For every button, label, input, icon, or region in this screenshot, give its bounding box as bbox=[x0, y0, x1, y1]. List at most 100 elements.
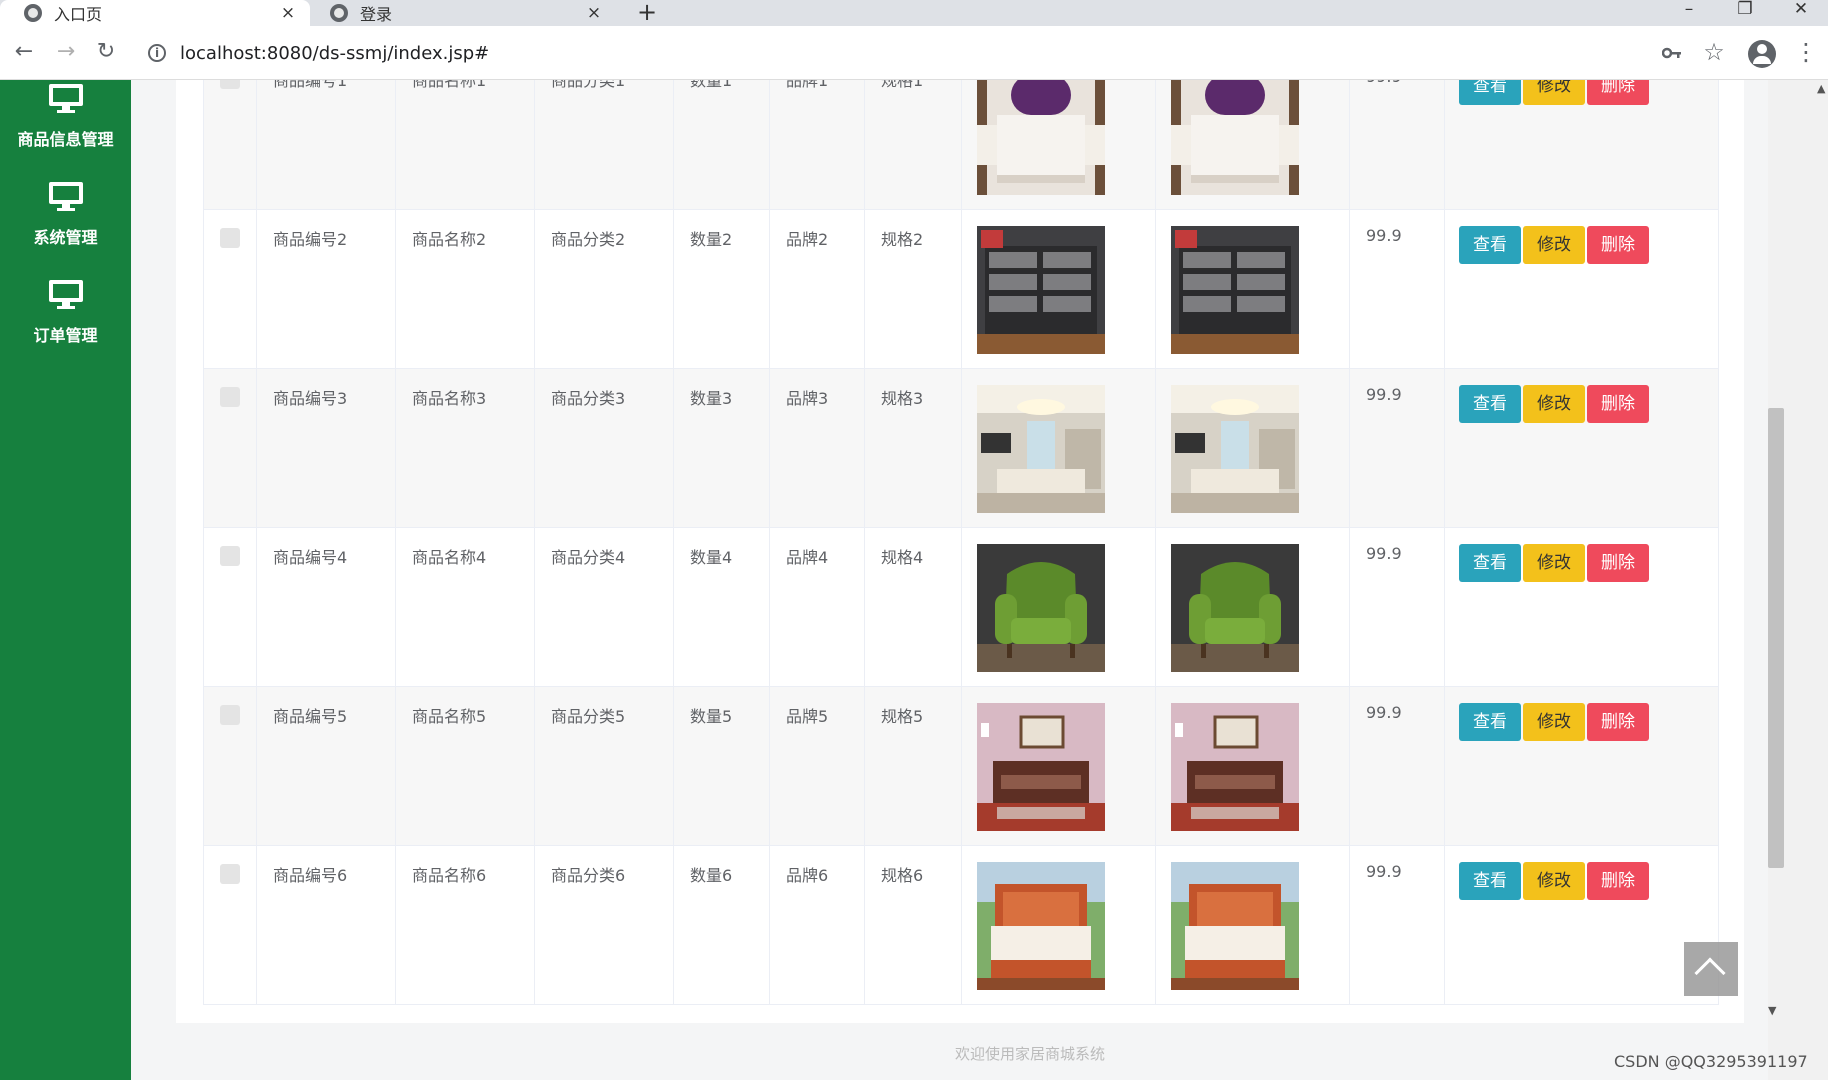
monitor-icon bbox=[48, 84, 83, 113]
row-checkbox[interactable] bbox=[220, 387, 240, 407]
goods-image-cell bbox=[1155, 845, 1350, 1005]
goods-price: 99.9 bbox=[1349, 80, 1445, 210]
watermark: CSDN @QQ3295391197 bbox=[1614, 1052, 1808, 1071]
goods-brand: 品牌6 bbox=[769, 845, 865, 1005]
new-tab-button[interactable]: + bbox=[632, 0, 662, 26]
forward-button[interactable]: → bbox=[50, 36, 82, 68]
scrollbar-thumb[interactable] bbox=[1768, 408, 1784, 868]
sidebar-item-label: 订单管理 bbox=[33, 326, 98, 345]
edit-button[interactable]: 修改 bbox=[1523, 544, 1585, 582]
row-checkbox-cell bbox=[203, 527, 257, 687]
goods-category: 商品分类6 bbox=[534, 845, 674, 1005]
table-row: 商品编号3 商品名称3 商品分类3 数量3 品牌3 规格3 99.9 查看 修改 删除 bbox=[203, 368, 1719, 528]
row-actions: 查看 修改 删除 bbox=[1444, 686, 1719, 846]
sidebar-item-orders[interactable]: 订单管理 bbox=[0, 280, 131, 378]
goods-price: 99.9 bbox=[1349, 686, 1445, 846]
goods-name: 商品名称4 bbox=[395, 527, 535, 687]
delete-button[interactable]: 删除 bbox=[1587, 703, 1649, 741]
goods-category: 商品分类2 bbox=[534, 209, 674, 369]
tab-label: 登录 bbox=[360, 5, 393, 24]
minimize-button[interactable]: – bbox=[1660, 0, 1718, 26]
goods-quantity: 数量1 bbox=[673, 80, 770, 210]
row-checkbox[interactable] bbox=[220, 864, 240, 884]
key-icon[interactable] bbox=[1656, 36, 1688, 68]
product-image bbox=[1171, 80, 1299, 195]
goods-code: 商品编号6 bbox=[256, 845, 396, 1005]
browser-tab-login[interactable]: 登录 × bbox=[306, 0, 616, 26]
edit-button[interactable]: 修改 bbox=[1523, 226, 1585, 264]
sidebar-item-system[interactable]: 系统管理 bbox=[0, 182, 131, 280]
row-checkbox-cell bbox=[203, 845, 257, 1005]
browser-tab-entry[interactable]: 入口页 × bbox=[0, 0, 310, 26]
row-actions: 查看 修改 删除 bbox=[1444, 368, 1719, 528]
view-button[interactable]: 查看 bbox=[1459, 703, 1521, 741]
delete-button[interactable]: 删除 bbox=[1587, 80, 1649, 105]
sidebar-item-label: 系统管理 bbox=[33, 228, 98, 247]
address-bar: ← → ↻ i localhost:8080/ds-ssmj/index.jsp… bbox=[0, 26, 1828, 80]
product-image bbox=[1171, 385, 1299, 513]
globe-icon bbox=[330, 4, 348, 22]
delete-button[interactable]: 删除 bbox=[1587, 862, 1649, 900]
goods-code: 商品编号4 bbox=[256, 527, 396, 687]
info-icon[interactable]: i bbox=[148, 44, 166, 62]
profile-avatar[interactable] bbox=[1748, 40, 1776, 68]
view-button[interactable]: 查看 bbox=[1459, 80, 1521, 105]
goods-image-cell bbox=[961, 686, 1156, 846]
row-actions: 查看 修改 删除 bbox=[1444, 209, 1719, 369]
sidebar: 商品信息管理 系统管理 订单管理 bbox=[0, 80, 131, 1080]
delete-button[interactable]: 删除 bbox=[1587, 226, 1649, 264]
back-to-top-button[interactable] bbox=[1684, 942, 1738, 996]
goods-brand: 品牌4 bbox=[769, 527, 865, 687]
url-field[interactable]: i localhost:8080/ds-ssmj/index.jsp# bbox=[138, 34, 1678, 72]
footer-text: 欢迎使用家居商城系统 bbox=[955, 1045, 1106, 1063]
goods-image-cell bbox=[961, 845, 1156, 1005]
delete-button[interactable]: 删除 bbox=[1587, 544, 1649, 582]
view-button[interactable]: 查看 bbox=[1459, 544, 1521, 582]
row-checkbox[interactable] bbox=[220, 228, 240, 248]
content-panel: 商品编号1商品名称1商品分类1数量1品牌1规格199.9查看修改删除商品编号2商… bbox=[176, 80, 1744, 1023]
url-text: localhost:8080/ds-ssmj/index.jsp# bbox=[180, 42, 490, 64]
goods-image-cell bbox=[1155, 80, 1350, 210]
tab-close-icon[interactable]: × bbox=[278, 3, 298, 23]
view-button[interactable]: 查看 bbox=[1459, 226, 1521, 264]
product-image bbox=[977, 226, 1105, 354]
goods-category: 商品分类4 bbox=[534, 527, 674, 687]
edit-button[interactable]: 修改 bbox=[1523, 385, 1585, 423]
row-checkbox[interactable] bbox=[220, 80, 240, 89]
goods-image-cell bbox=[1155, 686, 1350, 846]
star-icon[interactable]: ☆ bbox=[1698, 36, 1730, 68]
restore-button[interactable]: ❐ bbox=[1716, 0, 1774, 26]
row-checkbox[interactable] bbox=[220, 546, 240, 566]
window-close-button[interactable]: ✕ bbox=[1772, 0, 1828, 26]
globe-icon bbox=[24, 4, 42, 22]
goods-category: 商品分类3 bbox=[534, 368, 674, 528]
goods-brand: 品牌1 bbox=[769, 80, 865, 210]
tab-close-icon[interactable]: × bbox=[584, 3, 604, 23]
goods-price: 99.9 bbox=[1349, 845, 1445, 1005]
product-image bbox=[1171, 862, 1299, 990]
tab-label: 入口页 bbox=[54, 5, 103, 24]
goods-quantity: 数量5 bbox=[673, 686, 770, 846]
goods-image-cell bbox=[961, 80, 1156, 210]
goods-name: 商品名称5 bbox=[395, 686, 535, 846]
goods-spec: 规格6 bbox=[864, 845, 962, 1005]
menu-icon[interactable]: ⋮ bbox=[1790, 36, 1822, 68]
reload-button[interactable]: ↻ bbox=[90, 36, 122, 68]
row-checkbox[interactable] bbox=[220, 705, 240, 725]
edit-button[interactable]: 修改 bbox=[1523, 80, 1585, 105]
table-row: 商品编号5 商品名称5 商品分类5 数量5 品牌5 规格5 99.9 查看 修改 删除 bbox=[203, 686, 1719, 846]
view-button[interactable]: 查看 bbox=[1459, 385, 1521, 423]
scroll-up-arrow-icon[interactable]: ▲ bbox=[1817, 82, 1825, 95]
back-button[interactable]: ← bbox=[8, 36, 40, 68]
row-checkbox-cell bbox=[203, 368, 257, 528]
delete-button[interactable]: 删除 bbox=[1587, 385, 1649, 423]
goods-table: 商品编号1商品名称1商品分类1数量1品牌1规格199.9查看修改删除商品编号2商… bbox=[203, 80, 1719, 1005]
goods-quantity: 数量4 bbox=[673, 527, 770, 687]
browser-tab-bar: 入口页 × 登录 × + – ❐ ✕ bbox=[0, 0, 1828, 26]
edit-button[interactable]: 修改 bbox=[1523, 862, 1585, 900]
scroll-down-arrow-icon[interactable]: ▼ bbox=[1768, 1004, 1776, 1017]
chevron-up-icon bbox=[1694, 957, 1726, 989]
view-button[interactable]: 查看 bbox=[1459, 862, 1521, 900]
edit-button[interactable]: 修改 bbox=[1523, 703, 1585, 741]
sidebar-item-goods[interactable]: 商品信息管理 bbox=[0, 84, 131, 182]
